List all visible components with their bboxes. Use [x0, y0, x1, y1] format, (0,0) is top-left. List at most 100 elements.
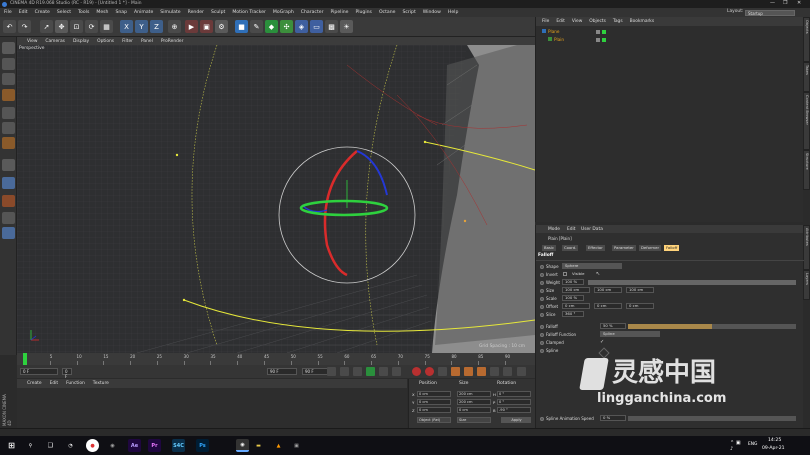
side-tab-attributes[interactable]: Attributes: [803, 225, 810, 270]
size-mode-select[interactable]: Size: [457, 417, 491, 423]
menu-plugins[interactable]: Plugins: [355, 10, 371, 15]
enabled-check-icon[interactable]: [602, 30, 606, 34]
coord-mode-select[interactable]: Object (Rel): [417, 417, 451, 423]
workplane-icon[interactable]: [2, 89, 15, 101]
search-icon[interactable]: ⚲: [24, 439, 37, 452]
apply-button[interactable]: Apply: [501, 417, 531, 423]
shape-select[interactable]: Sphere: [562, 263, 622, 269]
system-tray-icons[interactable]: ⌃ ▣ ♪: [730, 439, 743, 452]
play-icon[interactable]: [366, 367, 375, 376]
move-icon[interactable]: ✥: [55, 20, 68, 33]
polygons-mode-icon[interactable]: [2, 137, 15, 149]
position-key-icon[interactable]: [451, 367, 460, 376]
rotation-key-icon[interactable]: [477, 367, 486, 376]
vlc-icon[interactable]: ▲: [272, 439, 285, 452]
photoshop-icon[interactable]: Ps: [196, 439, 209, 452]
current-frame-field[interactable]: 0 F: [20, 368, 58, 375]
render-picture-viewer-icon[interactable]: ▣: [200, 20, 213, 33]
size-z-field[interactable]: 0 cm: [457, 407, 491, 413]
undo-icon[interactable]: ↶: [3, 20, 16, 33]
speedometer-app-icon[interactable]: ◔: [64, 439, 77, 452]
viewport-menu-prorender[interactable]: ProRender: [161, 39, 184, 44]
tab-falloff[interactable]: Falloff: [664, 245, 680, 251]
last-tool-icon[interactable]: ▦: [100, 20, 113, 33]
side-tab-takes[interactable]: Takes: [803, 62, 810, 92]
render-settings-icon[interactable]: ⚙: [215, 20, 228, 33]
menu-animate[interactable]: Animate: [134, 10, 153, 15]
offset-z-field[interactable]: 0 cm: [626, 303, 654, 309]
menu-octane[interactable]: Octane: [379, 10, 396, 15]
menu-file[interactable]: File: [4, 10, 12, 15]
objects-menu-file[interactable]: File: [542, 19, 549, 24]
windows-start-icon[interactable]: ⊞: [5, 439, 18, 452]
cinema4d-active-icon[interactable]: ◉: [236, 439, 249, 452]
menu-snap[interactable]: Snap: [115, 10, 127, 15]
timeline-ruler[interactable]: 051015202530354045505560657075808590: [17, 353, 535, 365]
object-row-plane[interactable]: Plane: [542, 29, 560, 34]
side-tab-layers[interactable]: Layers: [803, 270, 810, 300]
menu-pipeline[interactable]: Pipeline: [330, 10, 348, 15]
object-row-plain[interactable]: Plain: [548, 37, 564, 42]
rotate-icon[interactable]: ⟳: [85, 20, 98, 33]
texture-mode-icon[interactable]: [2, 73, 15, 85]
light-icon[interactable]: ☀: [340, 20, 353, 33]
parameter-key-icon[interactable]: [490, 367, 499, 376]
material-manager-area[interactable]: [17, 388, 407, 428]
pla-key-icon[interactable]: [503, 367, 512, 376]
deformer-icon[interactable]: ◈: [295, 20, 308, 33]
visibility-dot-icon[interactable]: [596, 30, 600, 34]
visibility-dot-icon[interactable]: [596, 38, 600, 42]
s4c-icon[interactable]: S4C: [172, 439, 185, 452]
objects-menu-objects[interactable]: Objects: [589, 19, 606, 24]
offset-y-field[interactable]: 0 cm: [594, 303, 622, 309]
premiere-icon[interactable]: Pr: [148, 439, 161, 452]
file-explorer-icon[interactable]: ▬: [252, 439, 265, 452]
size-z-attr-field[interactable]: 100 cm: [626, 287, 654, 293]
weight-field[interactable]: 100 %: [562, 279, 584, 285]
spline-curve-toggle-icon[interactable]: [598, 347, 610, 359]
pen-spline-icon[interactable]: ✎: [250, 20, 263, 33]
cinema4d-taskbar-icon[interactable]: ◉: [106, 439, 119, 452]
menu-simulate[interactable]: Simulate: [160, 10, 180, 15]
play-backwards-icon[interactable]: [353, 367, 362, 376]
coordinate-system-icon[interactable]: ⊕: [168, 20, 181, 33]
menu-mograph[interactable]: MoGraph: [273, 10, 294, 15]
tab-coord[interactable]: Coord.: [562, 245, 579, 251]
cube-icon[interactable]: ■: [235, 20, 248, 33]
video-app-icon[interactable]: ▣: [290, 439, 303, 452]
scale-field[interactable]: 100 %: [562, 295, 584, 301]
snapping-icon[interactable]: [2, 195, 15, 207]
after-effects-icon[interactable]: Ae: [128, 439, 141, 452]
menu-select[interactable]: Select: [57, 10, 71, 15]
start-frame-field[interactable]: 0 F: [62, 368, 72, 379]
language-indicator[interactable]: ENG: [748, 442, 757, 447]
position-x-field[interactable]: 0 cm: [417, 391, 451, 397]
viewport-menu-view[interactable]: View: [27, 39, 37, 44]
viewport-menu-filter[interactable]: Filter: [122, 39, 133, 44]
redo-icon[interactable]: ↷: [18, 20, 31, 33]
chrome-icon[interactable]: ●: [86, 439, 99, 452]
model-mode-icon[interactable]: [2, 58, 15, 70]
y-axis-lock-icon[interactable]: Y: [135, 20, 148, 33]
clamped-checkbox[interactable]: ✓: [600, 339, 604, 345]
menu-help[interactable]: Help: [448, 10, 458, 15]
menu-create[interactable]: Create: [35, 10, 50, 15]
slice-field[interactable]: 360 °: [562, 311, 584, 317]
camera-icon[interactable]: ▩: [325, 20, 338, 33]
menu-sculpt[interactable]: Sculpt: [211, 10, 225, 15]
keyframe-selection-icon[interactable]: [438, 367, 447, 376]
attr-menu-user-data[interactable]: User Data: [581, 227, 603, 232]
menu-edit[interactable]: Edit: [19, 10, 28, 15]
side-tab-structure[interactable]: Structure: [803, 150, 810, 190]
offset-x-field[interactable]: 0 cm: [562, 303, 590, 309]
points-mode-icon[interactable]: [2, 107, 15, 119]
edges-mode-icon[interactable]: [2, 122, 15, 134]
position-z-field[interactable]: 0 cm: [417, 407, 451, 413]
task-view-icon[interactable]: ❑: [44, 439, 57, 452]
cloner-icon[interactable]: ✣: [280, 20, 293, 33]
autokey-icon[interactable]: [425, 367, 434, 376]
size-y-attr-field[interactable]: 100 cm: [594, 287, 622, 293]
enable-axis-icon[interactable]: [2, 159, 15, 171]
scale-icon[interactable]: ⊡: [70, 20, 83, 33]
falloff-field[interactable]: 50 %: [600, 323, 626, 329]
